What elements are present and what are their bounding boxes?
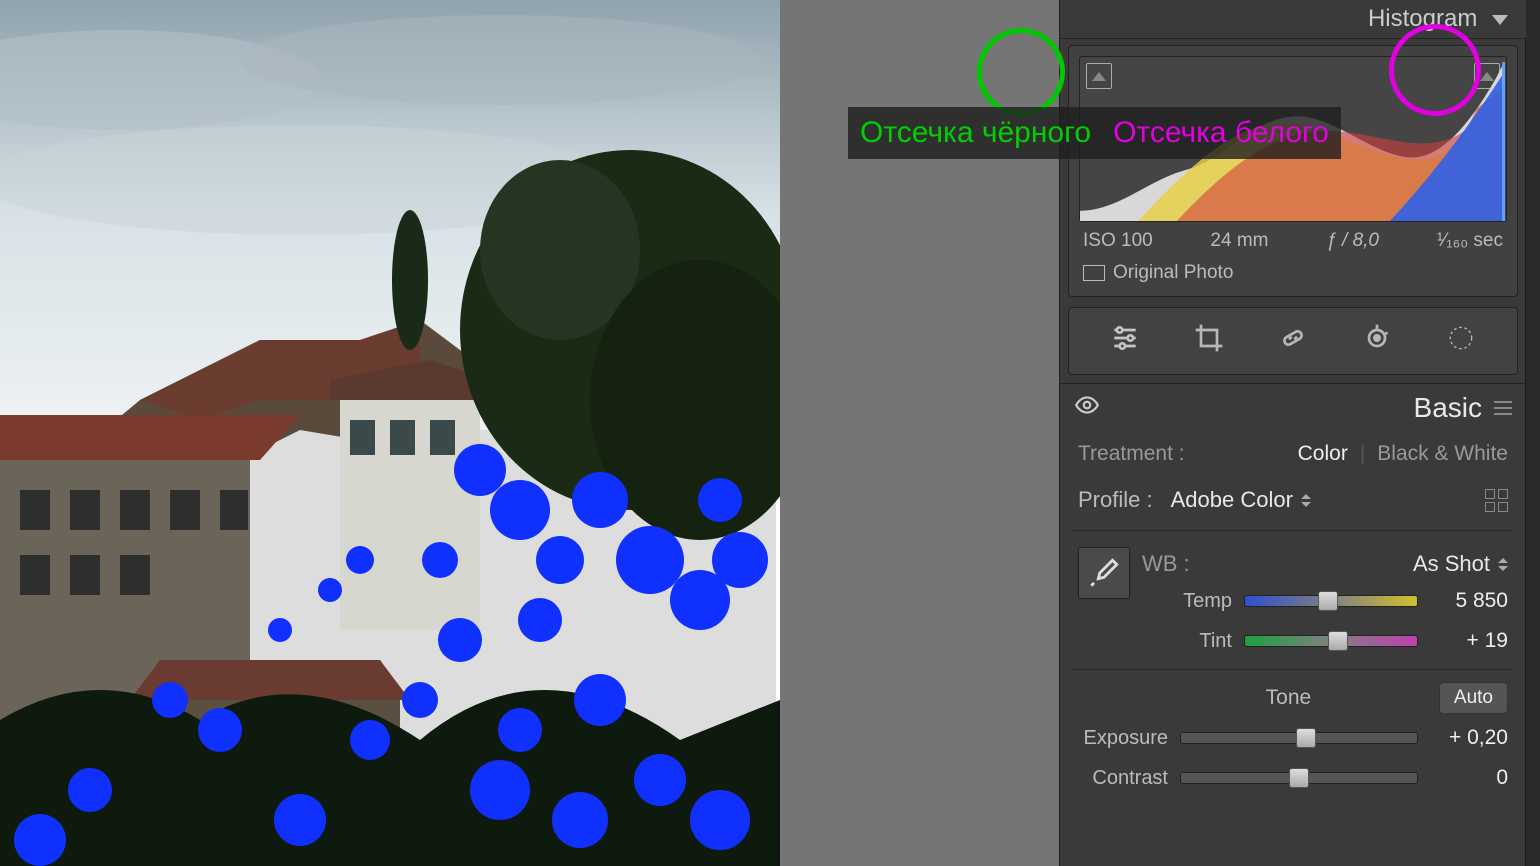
edit-sliders-tool[interactable] <box>1109 322 1141 360</box>
treatment-label: Treatment : <box>1078 442 1185 466</box>
exif-meta-row: ISO 100 24 mm ƒ / 8,0 ¹⁄₁₆₀ sec <box>1079 222 1507 254</box>
temp-slider-row: Temp 5 850 <box>1142 581 1508 621</box>
collapse-triangle-icon <box>1492 15 1508 25</box>
panel-menu-icon[interactable] <box>1494 401 1512 415</box>
image-canvas[interactable] <box>0 0 780 866</box>
profile-browser-icon[interactable] <box>1485 489 1508 512</box>
wb-value: As Shot <box>1413 551 1490 577</box>
panel-scrollbar[interactable] <box>1525 0 1540 866</box>
basic-title: Basic <box>1100 392 1494 424</box>
rectangle-icon <box>1083 265 1105 281</box>
exposure-slider[interactable] <box>1180 732 1418 744</box>
tint-slider-row: Tint + 19 <box>1142 621 1508 661</box>
photo-preview <box>0 0 780 866</box>
original-photo-label: Original Photo <box>1113 262 1233 284</box>
histogram-panel-header[interactable]: Histogram <box>1060 0 1526 39</box>
wb-label: WB : <box>1142 551 1190 577</box>
exposure-value[interactable]: + 0,20 <box>1430 726 1508 750</box>
redeye-tool[interactable] <box>1361 322 1393 360</box>
updown-arrows-icon <box>1498 558 1508 571</box>
crop-tool[interactable] <box>1193 322 1225 360</box>
meta-iso: ISO 100 <box>1083 230 1153 252</box>
profile-row: Profile : Adobe Color <box>1078 476 1508 524</box>
profile-label: Profile : <box>1078 487 1153 513</box>
tint-slider[interactable] <box>1244 635 1418 647</box>
tint-value[interactable]: + 19 <box>1430 629 1508 653</box>
treatment-color[interactable]: Color <box>1298 442 1348 466</box>
profile-value: Adobe Color <box>1171 487 1293 513</box>
slider-knob[interactable] <box>1296 728 1316 748</box>
slider-knob[interactable] <box>1318 591 1338 611</box>
profile-dropdown[interactable]: Adobe Color <box>1171 487 1311 513</box>
eye-icon[interactable] <box>1074 392 1100 424</box>
original-photo-row[interactable]: Original Photo <box>1079 254 1507 288</box>
white-balance-block: WB : As Shot Temp 5 850 Tint + 19 <box>1060 537 1526 663</box>
auto-button[interactable]: Auto <box>1439 682 1508 714</box>
tint-label: Tint <box>1142 630 1232 653</box>
exposure-label: Exposure <box>1078 727 1168 750</box>
contrast-slider[interactable] <box>1180 772 1418 784</box>
tone-label: Tone <box>1138 686 1439 710</box>
meta-shutter: ¹⁄₁₆₀ sec <box>1437 230 1503 252</box>
divider <box>1072 530 1514 531</box>
annotation-label-bar: Отсечка чёрного Отсечка белого <box>848 107 1341 159</box>
annotation-black-clip-label: Отсечка чёрного <box>860 116 1091 150</box>
tone-header: Tone Auto <box>1060 676 1526 718</box>
histogram-box: ISO 100 24 mm ƒ / 8,0 ¹⁄₁₆₀ sec Original… <box>1068 45 1518 297</box>
updown-arrows-icon <box>1301 494 1311 507</box>
basic-panel-header[interactable]: Basic <box>1060 383 1526 432</box>
meta-focal: 24 mm <box>1210 230 1268 252</box>
treatment-row: Treatment : Color | Black & White <box>1078 432 1508 476</box>
divider <box>1072 669 1514 670</box>
temp-slider[interactable] <box>1244 595 1418 607</box>
wb-dropdown[interactable]: As Shot <box>1413 551 1508 577</box>
annotation-circle-green <box>977 28 1065 116</box>
contrast-value[interactable]: 0 <box>1430 766 1508 790</box>
treatment-bw[interactable]: Black & White <box>1377 442 1508 466</box>
annotation-white-clip-label: Отсечка белого <box>1113 116 1329 150</box>
contrast-label: Contrast <box>1078 767 1168 790</box>
contrast-slider-row: Contrast 0 <box>1078 758 1508 798</box>
wb-dropper-tool[interactable] <box>1078 547 1130 599</box>
temp-value[interactable]: 5 850 <box>1430 589 1508 613</box>
histogram-title: Histogram <box>1368 5 1477 32</box>
healing-tool[interactable] <box>1277 322 1309 360</box>
masking-tool[interactable] <box>1445 322 1477 360</box>
tool-strip <box>1068 307 1518 375</box>
temp-label: Temp <box>1142 590 1232 613</box>
slider-knob[interactable] <box>1289 768 1309 788</box>
meta-aperture: ƒ / 8,0 <box>1326 230 1379 252</box>
slider-knob[interactable] <box>1328 631 1348 651</box>
exposure-slider-row: Exposure + 0,20 <box>1078 718 1508 758</box>
